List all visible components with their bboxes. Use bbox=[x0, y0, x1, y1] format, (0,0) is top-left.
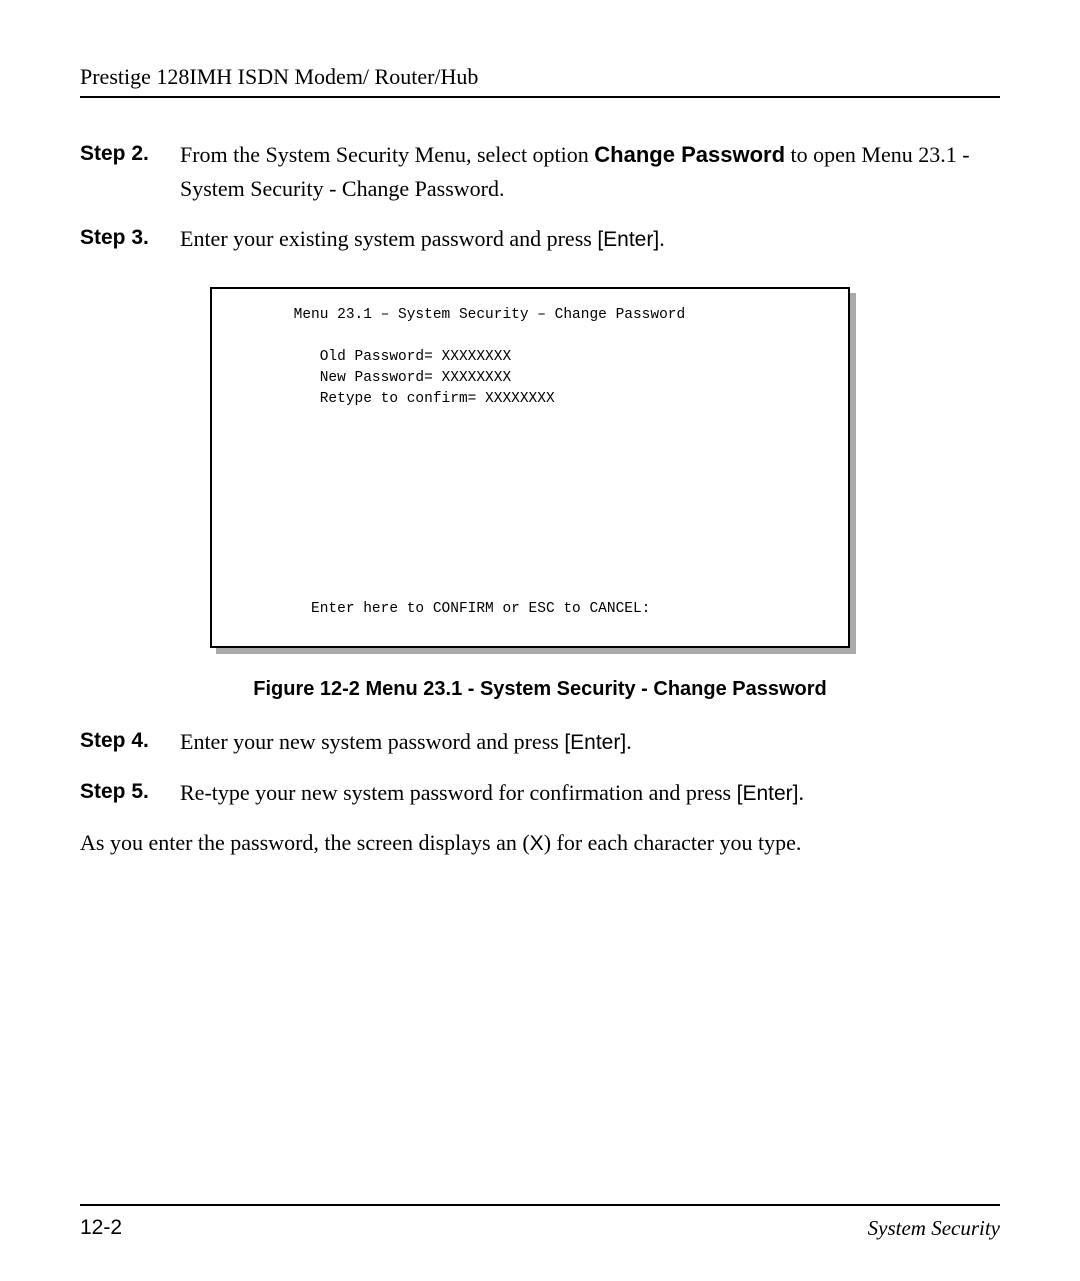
step-5-pre: Re-type your new system password for con… bbox=[180, 780, 737, 805]
step-3-label: Step 3. bbox=[80, 222, 180, 257]
step-4: Step 4. Enter your new system password a… bbox=[80, 725, 1000, 760]
step-4-post: . bbox=[626, 729, 632, 754]
page-header: Prestige 128IMH ISDN Modem/ Router/Hub bbox=[80, 64, 1000, 98]
step-2-text: From the System Security Menu, select op… bbox=[180, 138, 1000, 206]
body-para-post: ) for each character you type. bbox=[544, 830, 802, 855]
terminal-line1: Old Password= XXXXXXXX bbox=[224, 349, 511, 365]
step-2-label: Step 2. bbox=[80, 138, 180, 206]
terminal-line2: New Password= XXXXXXXX bbox=[224, 370, 511, 386]
step-2-bold: Change Password bbox=[594, 142, 785, 167]
body-para-key: X bbox=[530, 832, 544, 855]
step-2: Step 2. From the System Security Menu, s… bbox=[80, 138, 1000, 206]
header-title: Prestige 128IMH ISDN Modem/ Router/Hub bbox=[80, 64, 478, 89]
step-5-label: Step 5. bbox=[80, 776, 180, 811]
terminal-line3: Retype to confirm= XXXXXXXX bbox=[224, 391, 555, 407]
terminal-footer: Enter here to CONFIRM or ESC to CANCEL: bbox=[224, 601, 650, 617]
step-3-post: . bbox=[659, 226, 665, 251]
figure-caption: Figure 12-2 Menu 23.1 - System Security … bbox=[80, 678, 1000, 701]
page-footer: 12-2 System Security bbox=[80, 1204, 1000, 1241]
terminal-figure: Menu 23.1 – System Security – Change Pas… bbox=[210, 287, 850, 648]
step-2-pre: From the System Security Menu, select op… bbox=[180, 142, 594, 167]
footer-section: System Security bbox=[868, 1216, 1000, 1241]
body-para: As you enter the password, the screen di… bbox=[80, 826, 1000, 861]
step-5-key: [Enter] bbox=[737, 782, 799, 805]
step-3-pre: Enter your existing system password and … bbox=[180, 226, 597, 251]
step-4-text: Enter your new system password and press… bbox=[180, 725, 1000, 760]
step-3-key: [Enter] bbox=[597, 228, 659, 251]
step-5-text: Re-type your new system password for con… bbox=[180, 776, 1000, 811]
step-5-post: . bbox=[798, 780, 804, 805]
step-4-key: [Enter] bbox=[564, 731, 626, 754]
step-3-text: Enter your existing system password and … bbox=[180, 222, 1000, 257]
step-4-label: Step 4. bbox=[80, 725, 180, 760]
step-5: Step 5. Re-type your new system password… bbox=[80, 776, 1000, 811]
body-para-pre: As you enter the password, the screen di… bbox=[80, 830, 530, 855]
footer-page-number: 12-2 bbox=[80, 1216, 122, 1241]
step-4-pre: Enter your new system password and press bbox=[180, 729, 564, 754]
terminal-title: Menu 23.1 – System Security – Change Pas… bbox=[224, 307, 685, 323]
terminal-box: Menu 23.1 – System Security – Change Pas… bbox=[210, 287, 850, 648]
step-3: Step 3. Enter your existing system passw… bbox=[80, 222, 1000, 257]
